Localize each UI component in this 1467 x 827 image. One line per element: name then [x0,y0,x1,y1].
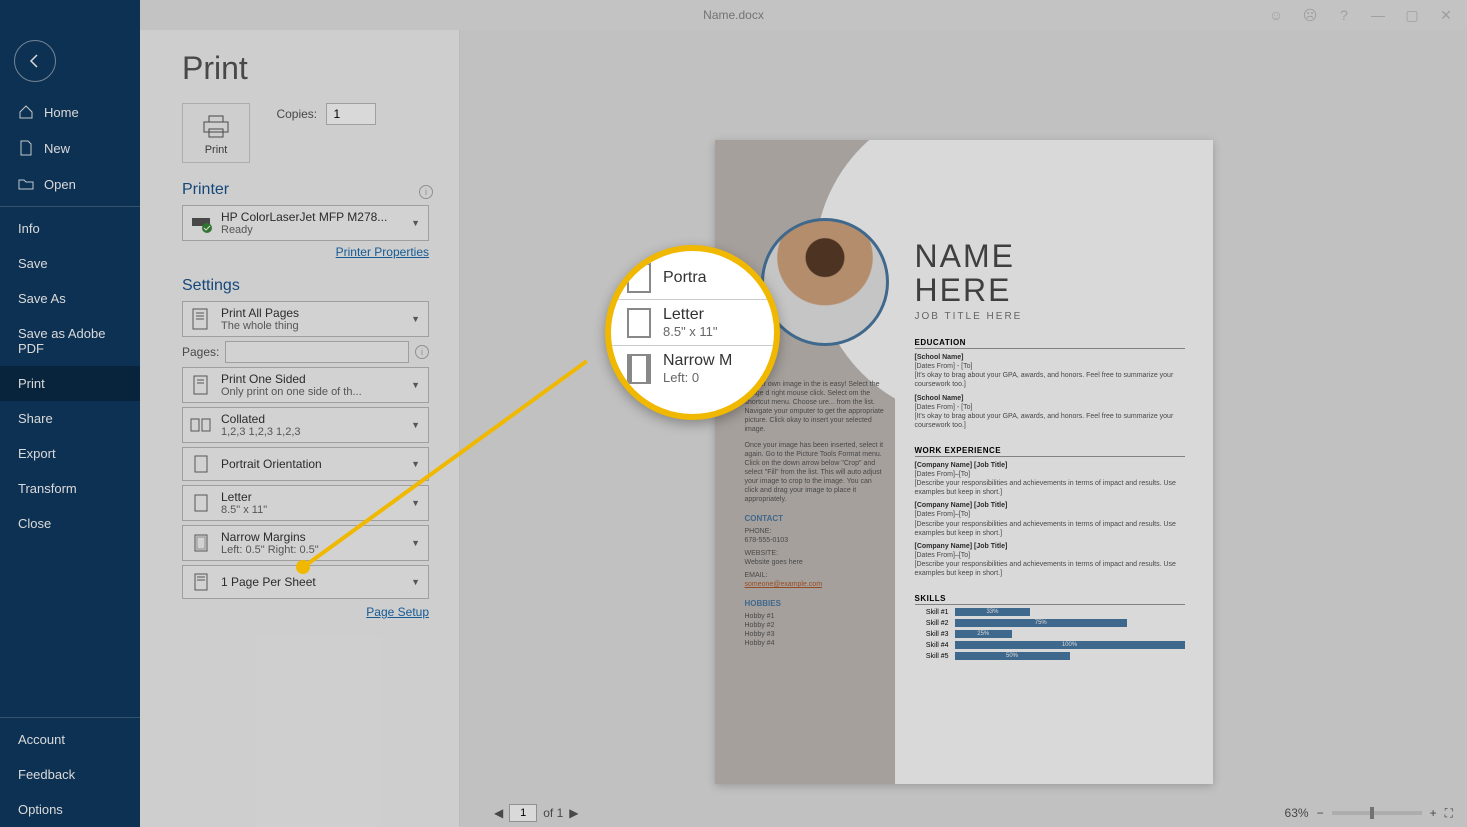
fit-page-button[interactable]: ⛶ [1445,806,1453,821]
zoom-slider[interactable] [1332,811,1422,815]
printer-properties-link[interactable]: Printer Properties [336,245,429,259]
prev-page-button[interactable]: ◀ [494,806,503,820]
zoom-level: 63% [1285,806,1309,820]
nav-feedback[interactable]: Feedback [0,757,140,792]
page-number-input[interactable] [509,804,537,822]
info-icon[interactable]: i [419,185,433,199]
nav-home[interactable]: Home [0,94,140,130]
pages-label: Pages: [182,345,219,359]
nav-new[interactable]: New [0,130,140,166]
close-window-button[interactable]: ✕ [1437,1,1455,29]
maximize-button[interactable]: ▢ [1403,1,1421,29]
page-of-label: of 1 [543,806,563,820]
nav-save[interactable]: Save [0,246,140,281]
zoom-out-button[interactable]: − [1317,806,1324,820]
pages-input[interactable] [225,341,409,363]
next-page-button[interactable]: ▶ [569,806,578,820]
zoom-in-button[interactable]: + [1430,806,1437,820]
backstage-sidebar: Home New Open Info Save Save As Save as … [0,0,140,827]
print-preview-area: ut your own image in the is easy! Select… [460,30,1467,827]
copies-input[interactable] [326,103,376,125]
frown-icon[interactable]: ☹ [1301,7,1319,24]
collated-dropdown[interactable]: Collated1,2,3 1,2,3 1,2,3 ▼ [182,407,429,443]
copies-label: Copies: [276,107,317,121]
margins-dropdown[interactable]: Narrow MarginsLeft: 0.5" Right: 0.5" ▼ [182,525,429,561]
nav-account[interactable]: Account [0,722,140,757]
orientation-dropdown[interactable]: Portrait Orientation ▼ [182,447,429,481]
print-button[interactable]: Print [182,103,250,163]
nav-save-as[interactable]: Save As [0,281,140,316]
sided-dropdown[interactable]: Print One SidedOnly print on one side of… [182,367,429,403]
printer-section-head: Printer i [182,181,429,199]
printer-icon [201,114,231,140]
nav-info[interactable]: Info [0,211,140,246]
print-what-dropdown[interactable]: Print All PagesThe whole thing ▼ [182,301,429,337]
page-preview: ut your own image in the is easy! Select… [715,140,1213,784]
nav-share[interactable]: Share [0,401,140,436]
printer-status-icon [189,211,213,235]
minimize-button[interactable]: — [1369,1,1387,29]
page-title: Print [182,50,429,87]
document-title: Name.docx [703,8,764,22]
nav-export[interactable]: Export [0,436,140,471]
back-button[interactable] [14,40,56,82]
page-icon [627,354,651,384]
nav-print[interactable]: Print [0,366,140,401]
page-icon [627,308,651,338]
page-setup-link[interactable]: Page Setup [366,605,429,619]
nav-transform[interactable]: Transform [0,471,140,506]
smile-icon[interactable]: ☺ [1267,7,1285,23]
magnifier-lens: Portra Letter8.5" x 11" Narrow MLeft: 0 [605,245,780,420]
help-icon[interactable]: ? [1335,7,1353,23]
printer-dropdown[interactable]: HP ColorLaserJet MFP M278... Ready ▼ [182,205,429,241]
nav-options[interactable]: Options [0,792,140,827]
settings-section-head: Settings [182,277,429,295]
info-icon[interactable]: i [415,345,429,359]
nav-save-pdf[interactable]: Save as Adobe PDF [0,316,140,366]
nav-close[interactable]: Close [0,506,140,541]
nav-open[interactable]: Open [0,166,140,202]
chevron-down-icon: ▼ [409,218,422,228]
callout-dot [296,560,310,574]
